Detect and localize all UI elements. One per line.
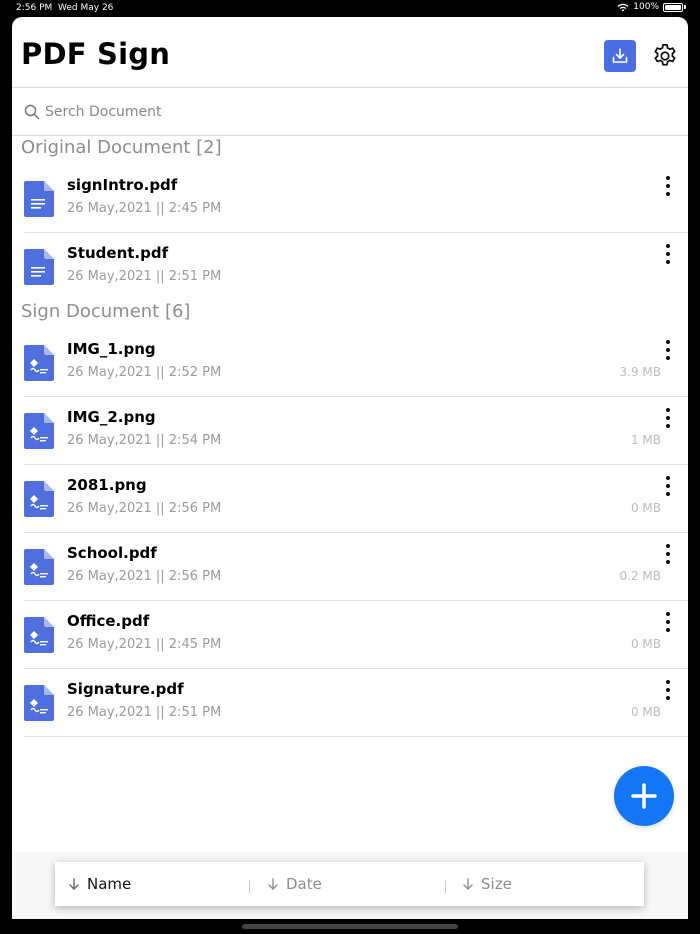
arrow-down-icon [463,878,473,890]
sort-by-size-button[interactable]: Size [461,862,512,906]
file-size: 0 MB [630,501,661,515]
battery-icon [663,2,683,12]
sort-name-label: Name [87,875,132,893]
file-name: 2081.png [67,476,147,494]
file-date: 26 May,2021 || 2:56 PM [67,569,222,584]
list-item[interactable]: Office.pdf 26 May,2021 || 2:45 PM 0 MB [12,601,688,669]
file-size: 0 MB [630,637,661,651]
file-name: Signature.pdf [67,680,184,698]
more-options-icon[interactable] [660,544,676,564]
document-icon [24,249,54,285]
wifi-icon [617,3,629,11]
sign-section-title: Sign Document [6] [21,301,191,322]
file-date: 26 May,2021 || 2:54 PM [67,433,222,448]
file-name: IMG_2.png [67,408,156,426]
list-item[interactable]: Signature.pdf 26 May,2021 || 2:51 PM 0 M… [12,669,688,737]
file-date: 26 May,2021 || 2:51 PM [67,269,222,284]
file-size: 0 MB [630,705,661,719]
more-options-icon[interactable] [660,340,676,360]
sort-date-label: Date [286,875,322,893]
file-name: Student.pdf [67,244,169,262]
more-options-icon[interactable] [660,408,676,428]
list-item[interactable]: Student.pdf 26 May,2021 || 2:51 PM [12,233,688,301]
file-date: 26 May,2021 || 2:45 PM [67,637,222,652]
sort-by-name-button[interactable]: Name [67,862,131,906]
more-options-icon[interactable] [660,680,676,700]
gear-icon [654,44,676,66]
original-section-title: Original Document [2] [21,137,222,158]
status-bar: 2:56 PM Wed May 26 100% [0,0,700,16]
signed-document-icon [24,549,54,585]
page-title: PDF Sign [21,37,171,71]
status-time: 2:56 PM Wed May 26 [16,3,114,13]
list-item[interactable]: IMG_1.png 26 May,2021 || 2:52 PM 3.9 MB [12,329,688,397]
sort-bar: Name Date Size [55,862,644,906]
search-bar [12,87,688,136]
add-document-button[interactable] [614,766,674,826]
list-item[interactable]: School.pdf 26 May,2021 || 2:56 PM 0.2 MB [12,533,688,601]
signed-document-icon [24,617,54,653]
file-name: Office.pdf [67,612,150,630]
signed-document-icon [24,481,54,517]
signed-document-icon [24,413,54,449]
download-icon [612,48,628,63]
file-name: IMG_1.png [67,340,156,358]
more-options-icon[interactable] [660,612,676,632]
sort-by-date-button[interactable]: Date [266,862,322,906]
app-screen: PDF Sign Original Document [2] signIntro… [12,17,688,919]
battery-percent: 100% [633,2,659,12]
sort-size-label: Size [481,875,512,893]
list-item[interactable]: signIntro.pdf 26 May,2021 || 2:45 PM [12,165,688,233]
signed-document-icon [24,345,54,381]
divider [249,880,250,893]
search-input[interactable] [45,100,445,124]
search-icon [24,104,40,120]
list-item[interactable]: IMG_2.png 26 May,2021 || 2:54 PM 1 MB [12,397,688,465]
arrow-down-icon [69,878,79,890]
divider [445,880,446,893]
more-options-icon[interactable] [660,476,676,496]
file-size: 0.2 MB [619,569,661,583]
file-name: signIntro.pdf [67,176,178,194]
status-right: 100% [617,2,686,12]
settings-button[interactable] [649,40,681,72]
document-icon [24,181,54,217]
file-date: 26 May,2021 || 2:52 PM [67,365,222,380]
more-options-icon[interactable] [660,176,676,196]
list-item[interactable]: 2081.png 26 May,2021 || 2:56 PM 0 MB [12,465,688,533]
file-date: 26 May,2021 || 2:56 PM [67,501,222,516]
file-date: 26 May,2021 || 2:45 PM [67,201,222,216]
file-size: 1 MB [630,433,661,447]
file-size: 3.9 MB [619,365,661,379]
file-date: 26 May,2021 || 2:51 PM [67,705,222,720]
download-button[interactable] [604,40,636,72]
home-indicator[interactable] [242,924,458,929]
status-date: Wed May 26 [58,3,114,13]
arrow-down-icon [268,878,278,890]
plus-icon [631,783,657,809]
file-name: School.pdf [67,544,157,562]
more-options-icon[interactable] [660,244,676,264]
signed-document-icon [24,685,54,721]
